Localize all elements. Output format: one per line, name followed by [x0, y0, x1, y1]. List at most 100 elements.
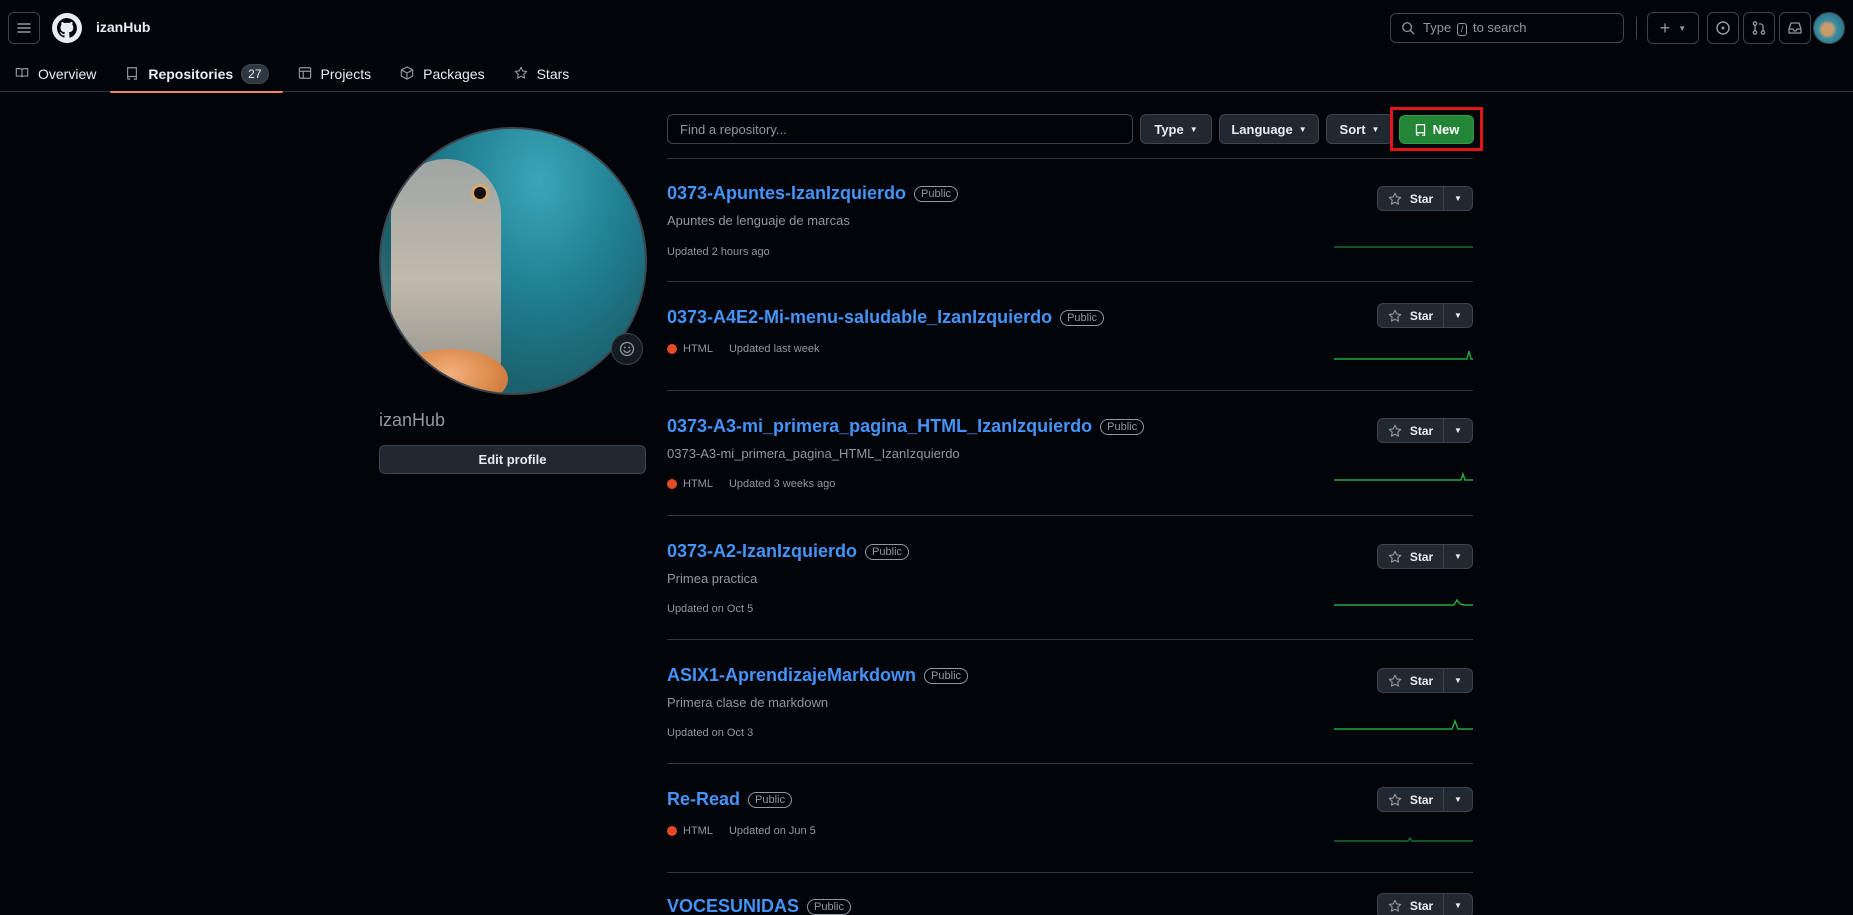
star-list-dropdown[interactable]: ▼ [1444, 419, 1472, 442]
star-list-dropdown[interactable]: ▼ [1444, 545, 1472, 568]
star-button[interactable]: Star [1378, 419, 1444, 442]
language-color-dot [667, 479, 677, 489]
repo-updated: Updated on Oct 5 [667, 603, 754, 615]
star-icon [1388, 424, 1402, 437]
star-button-group: Star ▼ [1377, 787, 1473, 812]
repo-name-link[interactable]: VOCESUNIDAS [667, 896, 799, 915]
repo-list-item: 0373-A4E2-Mi-menu-saludable_IzanIzquierd… [667, 283, 1473, 391]
star-button[interactable]: Star [1378, 187, 1444, 210]
new-repository-button[interactable]: New [1399, 115, 1474, 144]
star-list-dropdown[interactable]: ▼ [1444, 894, 1472, 915]
visibility-badge: Public [807, 898, 851, 915]
chevron-down-icon: ▼ [1678, 23, 1687, 33]
menu-button[interactable] [8, 12, 40, 44]
top-bar: izanHub Type / to search + ▼ [0, 0, 1853, 56]
tab-repositories-label: Repositories [148, 66, 234, 82]
repo-language: HTML [683, 478, 713, 490]
repo-name-link[interactable]: 0373-A4E2-Mi-menu-saludable_IzanIzquierd… [667, 307, 1052, 328]
set-status-button[interactable] [611, 333, 643, 365]
repo-description: Primera clase de markdown [667, 695, 829, 710]
repo-updated: Updated on Oct 3 [667, 727, 754, 739]
tab-packages[interactable]: Packages [385, 56, 498, 92]
star-button[interactable]: Star [1378, 304, 1444, 327]
star-button[interactable]: Star [1378, 669, 1444, 692]
type-filter-button[interactable]: Type ▼ [1140, 114, 1212, 144]
tab-overview[interactable]: Overview [0, 56, 110, 92]
create-new-button[interactable]: + ▼ [1647, 12, 1699, 44]
repo-name-link[interactable]: 0373-A3-mi_primera_pagina_HTML_IzanIzqui… [667, 416, 1092, 437]
repo-meta: Updated on Oct 3 [667, 727, 753, 739]
star-label: Star [1409, 792, 1434, 807]
star-button[interactable]: Star [1378, 545, 1444, 568]
search-suffix: to search [1472, 20, 1527, 35]
caret-down-icon: ▼ [1454, 676, 1462, 685]
star-list-dropdown[interactable]: ▼ [1444, 669, 1472, 692]
repo-list-item: 0373-A2-IzanIzquierdo Public Primea prac… [667, 517, 1473, 640]
tab-projects[interactable]: Projects [283, 56, 386, 92]
issues-button[interactable] [1707, 12, 1739, 44]
profile-avatar[interactable] [379, 127, 647, 395]
star-label: Star [1409, 423, 1434, 438]
caret-down-icon: ▼ [1454, 901, 1462, 910]
star-button[interactable]: Star [1378, 788, 1444, 811]
star-button[interactable]: Star [1378, 894, 1444, 915]
repo-name-link[interactable]: ASIX1-AprendizajeMarkdown [667, 665, 916, 686]
star-list-dropdown[interactable]: ▼ [1444, 304, 1472, 327]
tab-stars[interactable]: Stars [499, 56, 584, 92]
repo-description: 0373-A3-mi_primera_pagina_HTML_IzanIzqui… [667, 446, 960, 461]
repo-list-item: Re-Read Public HTML Updated on Jun 5 Sta… [667, 765, 1473, 873]
visibility-badge: Public [748, 791, 792, 808]
tab-repositories[interactable]: Repositories 27 [110, 56, 283, 93]
language-color-dot [667, 344, 677, 354]
issue-opened-icon [1716, 21, 1730, 35]
repo-meta: HTML Updated last week [667, 343, 819, 355]
repo-title-row: 0373-A4E2-Mi-menu-saludable_IzanIzquierd… [667, 307, 1105, 328]
github-logo-icon[interactable] [51, 12, 83, 44]
user-avatar-button[interactable] [1813, 12, 1845, 44]
star-list-dropdown[interactable]: ▼ [1444, 788, 1472, 811]
star-list-dropdown[interactable]: ▼ [1444, 187, 1472, 210]
caret-down-icon: ▼ [1454, 795, 1462, 804]
repo-name-link[interactable]: 0373-A2-IzanIzquierdo [667, 541, 857, 562]
profile-username: izanHub [379, 410, 446, 430]
repo-list-item: VOCESUNIDAS Public Star ▼ [667, 874, 1473, 915]
repositories-count-badge: 27 [241, 64, 269, 84]
repo-meta: Updated 2 hours ago [667, 246, 770, 258]
search-input[interactable]: Type / to search [1390, 13, 1624, 43]
visibility-badge: Public [865, 543, 910, 560]
sort-filter-label: Sort [1339, 121, 1366, 137]
star-icon [1388, 309, 1402, 322]
find-repository-input[interactable]: Find a repository... [667, 114, 1133, 144]
visibility-badge: Public [924, 667, 969, 684]
star-button-group: Star ▼ [1377, 186, 1473, 211]
caret-down-icon: ▼ [1454, 194, 1462, 203]
repo-name-link[interactable]: Re-Read [667, 789, 740, 810]
header-username[interactable]: izanHub [96, 19, 150, 35]
activity-sparkline [1334, 836, 1473, 842]
pull-requests-button[interactable] [1743, 12, 1775, 44]
inbox-button[interactable] [1779, 12, 1811, 44]
star-button-group: Star ▼ [1377, 668, 1473, 693]
edit-profile-button[interactable]: Edit profile [379, 445, 646, 474]
star-icon [513, 66, 529, 83]
repo-icon [124, 66, 140, 83]
repo-meta: HTML Updated 3 weeks ago [667, 478, 835, 490]
language-filter-button[interactable]: Language ▼ [1219, 114, 1319, 144]
repo-updated: Updated last week [728, 343, 820, 355]
git-pull-request-icon [1752, 21, 1766, 35]
activity-sparkline [1334, 598, 1473, 606]
activity-sparkline [1334, 350, 1473, 360]
sort-filter-button[interactable]: Sort ▼ [1326, 114, 1393, 144]
caret-down-icon: ▼ [1454, 311, 1462, 320]
repo-meta: Updated on Oct 5 [667, 603, 753, 615]
app-header: izanHub Type / to search + ▼ Overview Re… [0, 0, 1853, 93]
header-divider [1636, 17, 1637, 39]
repo-name-link[interactable]: 0373-Apuntes-IzanIzquierdo [667, 183, 906, 204]
activity-sparkline [1334, 718, 1473, 730]
caret-down-icon: ▼ [1189, 124, 1198, 134]
search-icon [1402, 22, 1415, 35]
profile-tabs: Overview Repositories 27 Projects Packag… [0, 56, 584, 93]
activity-sparkline [1334, 471, 1473, 481]
repo-updated: Updated 2 hours ago [667, 246, 770, 258]
tab-projects-label: Projects [320, 66, 372, 82]
